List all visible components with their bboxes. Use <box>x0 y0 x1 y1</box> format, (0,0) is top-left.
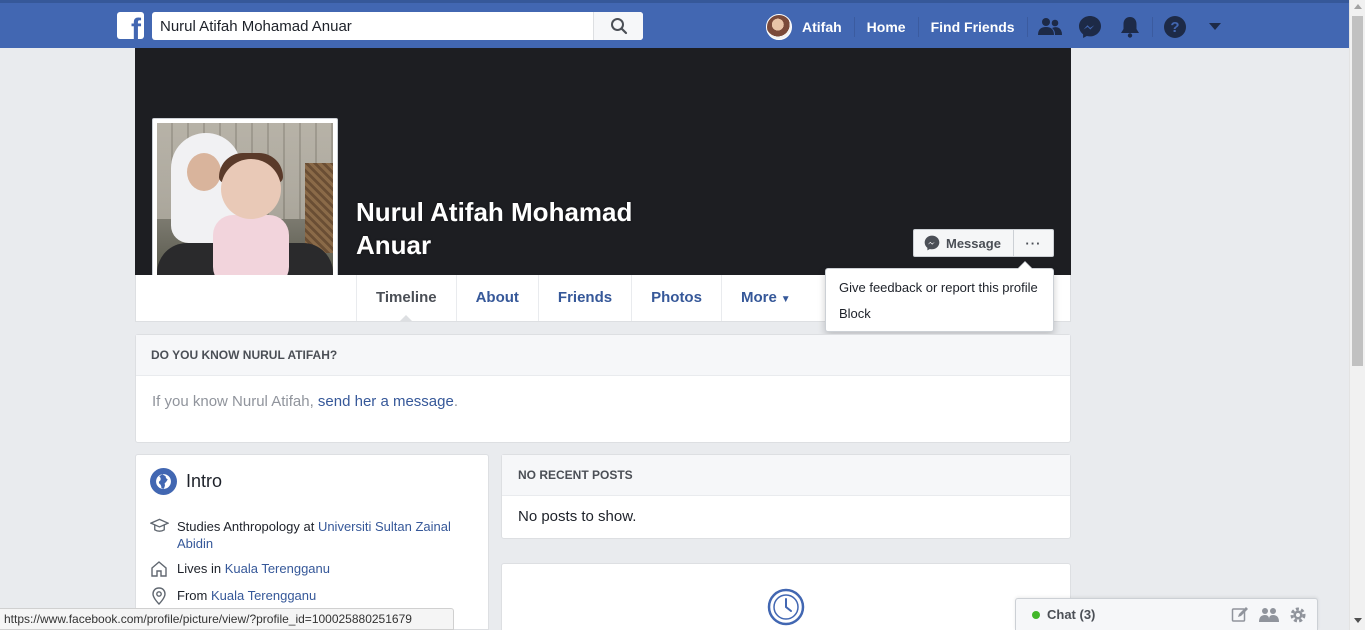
from-link[interactable]: Kuala Terengganu <box>211 588 316 603</box>
settings-gear-icon[interactable] <box>1289 606 1307 624</box>
tab-label: Photos <box>651 289 702 306</box>
from-text: From <box>177 588 211 603</box>
caret-down-icon: ▼ <box>780 294 791 305</box>
account-menu-button[interactable] <box>1195 12 1235 42</box>
posts-empty-text: No posts to show. <box>518 508 637 525</box>
do-you-know-card: DO YOU KNOW NURUL ATIFAH? If you know Nu… <box>135 334 1071 443</box>
location-pin-icon <box>152 587 166 605</box>
message-button-label: Message <box>946 235 1001 251</box>
tab-photos[interactable]: Photos <box>631 275 721 321</box>
scroll-up-icon[interactable] <box>1354 4 1362 9</box>
tab-label: Friends <box>557 289 613 306</box>
search-button[interactable] <box>593 12 643 40</box>
nav-divider <box>853 17 855 37</box>
profile-name[interactable]: Nurul Atifah Mohamad Anuar <box>356 196 656 262</box>
studies-text: Studies Anthropology at <box>177 519 318 534</box>
search-box <box>152 12 643 40</box>
nav-divider <box>917 17 919 37</box>
tab-label: Timeline <box>376 289 437 306</box>
friend-requests-icon <box>1037 18 1062 35</box>
help-icon: ? <box>1163 16 1186 38</box>
intro-lives: Lives in Kuala Terengganu <box>149 560 479 578</box>
account-menu-icon <box>1208 23 1221 30</box>
know-text: If you know Nurul Atifah, <box>152 393 318 410</box>
lives-link[interactable]: Kuala Terengganu <box>225 561 330 576</box>
intro-card: Intro Studies Anthropology at Universiti… <box>135 454 489 630</box>
facebook-logo-icon[interactable]: f <box>117 12 144 39</box>
notifications-icon <box>1120 17 1139 38</box>
compose-icon[interactable] <box>1231 606 1249 624</box>
intro-from: From Kuala Terengganu <box>149 587 479 605</box>
more-options-menu: Give feedback or report this profile Blo… <box>825 261 1054 332</box>
menu-item-report-profile[interactable]: Give feedback or report this profile <box>826 275 1053 301</box>
clock-icon <box>767 588 805 626</box>
nav-profile-link[interactable]: Atifah <box>792 12 852 42</box>
nav-divider <box>1151 17 1153 37</box>
nav-right: Atifah Home Find Friends ? <box>766 12 1235 42</box>
messenger-icon <box>924 235 940 251</box>
logo-letter: f <box>131 13 141 40</box>
help-button[interactable]: ? <box>1155 12 1195 42</box>
graduation-cap-icon <box>149 518 169 532</box>
chat-label: Chat (3) <box>1047 607 1096 622</box>
tab-label: More <box>740 289 777 306</box>
more-dots-icon: ··· <box>1025 235 1042 251</box>
tab-more[interactable]: More ▼ <box>720 275 810 321</box>
messenger-button[interactable] <box>1070 12 1110 42</box>
search-icon <box>610 18 627 35</box>
tab-timeline[interactable]: Timeline <box>356 275 456 322</box>
messenger-icon <box>1078 16 1101 38</box>
intro-header: Intro <box>150 468 222 495</box>
user-avatar[interactable] <box>766 14 792 40</box>
profile-tabs: Timeline About Friends Photos More ▼ <box>356 275 810 322</box>
chat-sidebar-tab[interactable]: Chat (3) <box>1015 598 1318 630</box>
profile-actions: Message ··· <box>913 229 1054 257</box>
message-button[interactable]: Message <box>913 229 1014 257</box>
nav-divider <box>1026 17 1028 37</box>
card-body: If you know Nurul Atifah, send her a mes… <box>136 376 1070 428</box>
lives-text: Lives in <box>177 561 225 576</box>
friend-requests-button[interactable] <box>1030 12 1070 42</box>
chat-actions <box>1231 606 1307 624</box>
recent-posts-card: NO RECENT POSTS No posts to show. <box>501 454 1071 539</box>
posts-heading: NO RECENT POSTS <box>502 455 1070 496</box>
tab-about[interactable]: About <box>455 275 538 321</box>
menu-item-block[interactable]: Block <box>826 301 1053 327</box>
scrollbar-thumb[interactable] <box>1352 16 1363 366</box>
card-heading: DO YOU KNOW NURUL ATIFAH? <box>136 335 1070 376</box>
search-input[interactable] <box>152 12 593 40</box>
home-icon <box>151 561 167 577</box>
globe-icon <box>150 468 177 495</box>
tab-friends[interactable]: Friends <box>537 275 631 321</box>
notifications-button[interactable] <box>1110 12 1150 42</box>
know-text-suffix: . <box>453 393 459 410</box>
more-options-button[interactable]: ··· <box>1013 229 1054 257</box>
page-scrollbar[interactable] <box>1349 0 1365 630</box>
intro-studies: Studies Anthropology at Universiti Sulta… <box>149 518 479 552</box>
nav-find-friends-link[interactable]: Find Friends <box>921 12 1025 42</box>
tab-label: About <box>475 289 519 306</box>
group-chat-icon[interactable] <box>1259 606 1279 624</box>
scroll-down-icon[interactable] <box>1354 618 1362 623</box>
svg-text:?: ? <box>1170 19 1179 36</box>
browser-status-bar: https://www.facebook.com/profile/picture… <box>0 608 454 630</box>
top-navigation-bar: f Atifah Home Find Friends ? <box>0 0 1349 48</box>
profile-photo-image <box>157 123 333 298</box>
life-events-card <box>501 563 1071 630</box>
nav-home-link[interactable]: Home <box>857 12 916 42</box>
intro-title: Intro <box>186 471 223 491</box>
online-status-icon <box>1032 611 1040 619</box>
send-message-link[interactable]: send her a message <box>318 393 454 410</box>
